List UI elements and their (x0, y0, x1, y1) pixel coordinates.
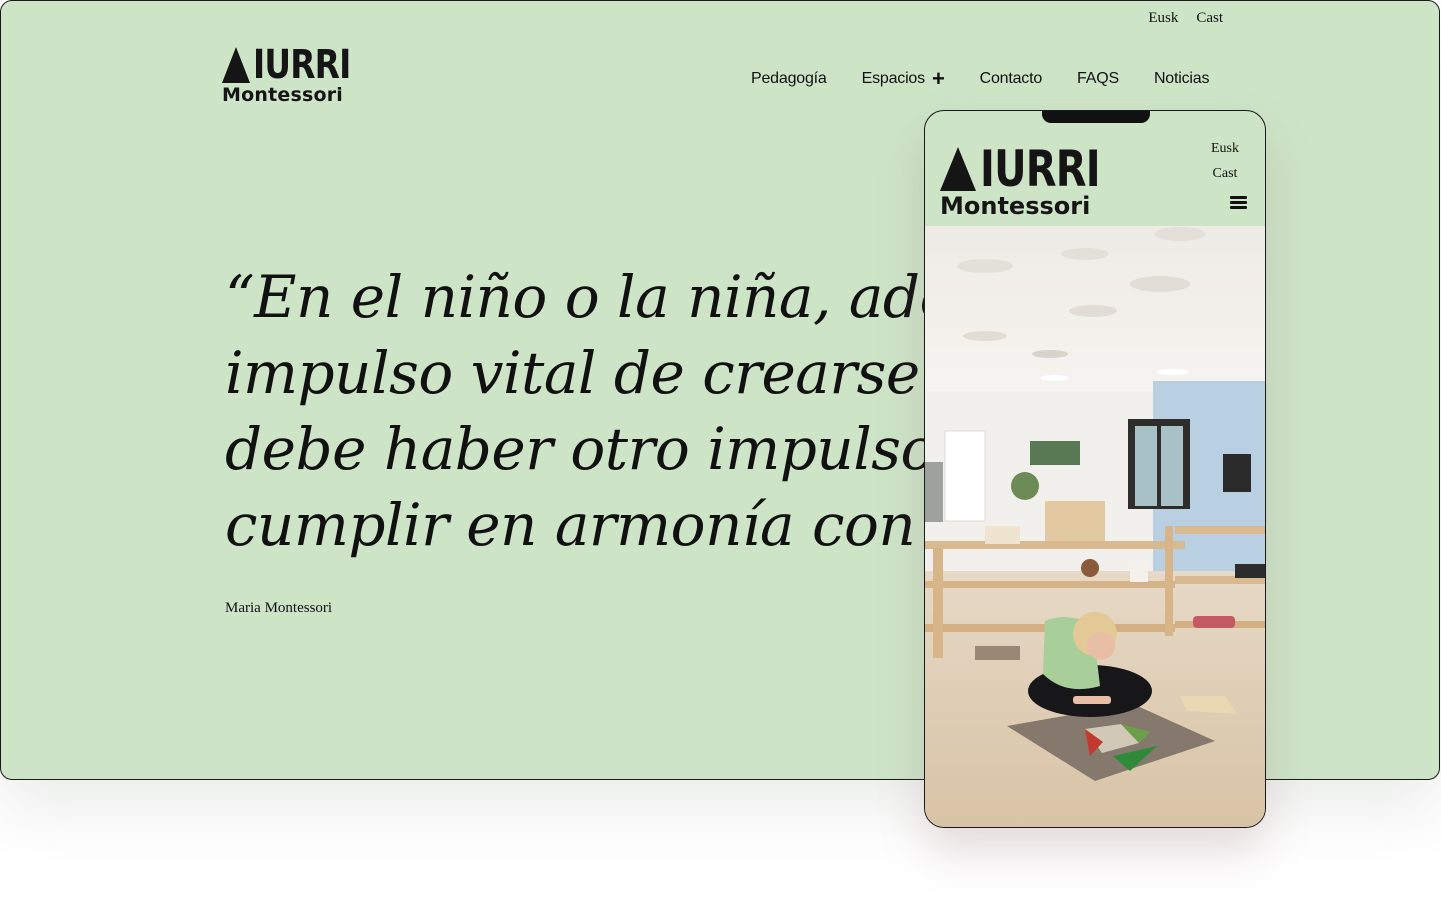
classroom-photo (925, 226, 1265, 827)
quote-line: debe haber otro impulso, un (225, 415, 1045, 483)
logo-wordmark: IURRI (980, 140, 1101, 198)
quote-author: Maria Montessori (225, 600, 333, 616)
nav-item-faqs[interactable]: FAQS (1077, 70, 1119, 88)
quote-line: cumplir en armonía con el u (225, 491, 1040, 559)
nav-item-pedagogia[interactable]: Pedagogía (751, 70, 827, 88)
logo-triangle-icon (940, 147, 976, 191)
quote-line: impulso vital de crearse a sí (225, 339, 1037, 407)
language-switcher: Eusk Cast (1148, 10, 1223, 27)
main-nav: Pedagogía Espacios + Contacto FAQS Notici… (751, 66, 1210, 91)
mobile-logo[interactable]: IURRI Montessori (940, 140, 1101, 220)
nav-item-noticias[interactable]: Noticias (1154, 70, 1210, 88)
lang-eusk-link[interactable]: Eusk (1148, 10, 1178, 27)
hamburger-menu-icon[interactable] (1230, 196, 1247, 211)
mobile-language-switcher: Eusk Cast (1211, 136, 1239, 186)
plus-icon: + (931, 66, 945, 91)
logo-wordmark: IURRI (253, 42, 351, 88)
mobile-screen: IURRI Montessori Eusk Cast (924, 110, 1266, 828)
nav-item-espacios[interactable]: Espacios + (862, 66, 945, 91)
mobile-lang-eusk-link[interactable]: Eusk (1211, 136, 1239, 161)
logo-triangle-icon (222, 47, 250, 83)
lang-cast-link[interactable]: Cast (1196, 10, 1223, 27)
mobile-lang-cast-link[interactable]: Cast (1211, 161, 1239, 186)
site-logo[interactable]: IURRI Montessori (222, 45, 351, 106)
nav-item-contacto[interactable]: Contacto (980, 70, 1043, 88)
phone-notch (1042, 111, 1150, 123)
